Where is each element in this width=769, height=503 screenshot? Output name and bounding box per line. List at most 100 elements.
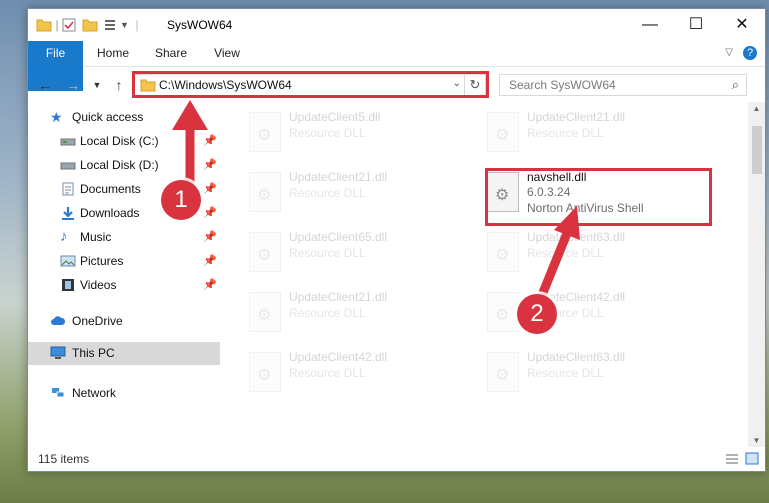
scroll-down-icon[interactable]: ▼ [748,436,765,445]
separator: | [135,18,139,32]
file-item[interactable]: UpdateClient63.dll Resource DLL [481,348,701,398]
sidebar-item-label: Music [80,230,112,244]
file-name: UpdateClient65.dll [289,230,388,244]
recent-locations-icon[interactable]: ▼ [88,76,106,94]
file-item[interactable]: UpdateClient21.dll Resource DLL [243,288,463,338]
dll-file-icon [487,352,519,392]
refresh-icon[interactable]: ↻ [464,75,485,95]
star-icon: ★ [50,109,63,125]
vertical-scrollbar[interactable]: ▲ ▼ [748,102,765,447]
tab-view[interactable]: View [204,41,250,66]
scrollbar-thumb[interactable] [752,126,762,174]
sidebar-item-local-disk-c[interactable]: Local Disk (C:) 📌 [28,130,220,153]
sidebar-item-label: Quick access [72,110,144,124]
file-item[interactable]: UpdateClient21.dll Resource DLL [481,108,701,158]
dll-file-icon [249,352,281,392]
pin-icon[interactable]: 📌 [200,130,220,153]
step-1-badge: 1 [161,180,201,220]
pin-icon[interactable]: 📌 [200,154,220,177]
tab-share[interactable]: Share [146,41,196,66]
file-list: UpdateClient5.dll Resource DLL UpdateCli… [221,102,747,447]
sidebar-item-network[interactable]: Network [28,382,220,405]
file-description: Resource DLL [289,186,366,200]
properties-icon[interactable] [62,18,76,32]
sidebar-item-label: Documents [80,182,141,196]
help-icon[interactable]: ? [743,46,757,60]
dll-file-icon [249,292,281,332]
sidebar-item-videos[interactable]: Videos 📌 [28,274,220,297]
file-description: Resource DLL [527,126,604,140]
computer-icon [50,346,66,359]
search-input[interactable]: Search SysWOW64 ⌕ [499,74,747,96]
file-item[interactable]: UpdateClient65.dll Resource DLL [243,228,463,278]
file-version: 6.0.3.24 [527,185,571,199]
navigation-bar: ← → ▼ ↑ C:\Windows\SysWOW64 ⌄ ↻ Search S… [28,67,765,102]
chevron-down-icon[interactable]: ▼ [120,20,132,30]
file-item[interactable]: UpdateClient42.dll Resource DLL [481,288,701,338]
sidebar-item-this-pc[interactable]: This PC [28,342,220,365]
address-history-icon[interactable]: ⌄ [453,78,461,89]
sidebar-item-label: Local Disk (D:) [80,158,159,172]
customize-icon[interactable] [104,18,120,32]
sidebar-item-quick-access[interactable]: ★ Quick access [28,106,220,129]
sidebar-item-label: Local Disk (C:) [80,134,159,148]
pictures-icon [60,255,76,267]
sidebar-item-label: Pictures [80,254,124,268]
pin-icon[interactable]: 📌 [200,178,220,201]
file-item[interactable]: UpdateClient63.dll Resource DLL [481,228,701,278]
ribbon: File Home Share View ▽ ? [28,41,765,91]
sidebar-item-pictures[interactable]: Pictures 📌 [28,250,220,273]
step-2-badge: 2 [517,294,557,334]
status-bar: 115 items [28,447,765,471]
dll-file-icon [487,112,519,152]
file-name: UpdateClient63.dll [527,230,626,244]
separator: | [55,18,59,32]
sidebar-item-label: Videos [80,278,117,292]
pin-icon[interactable]: 📌 [200,274,220,297]
drive-icon [60,162,76,170]
file-name: UpdateClient21.dll [289,170,388,184]
forward-arrow-icon[interactable]: → [64,76,82,94]
sidebar-item-label: Network [72,386,117,400]
file-item[interactable]: UpdateClient5.dll Resource DLL [243,108,463,158]
file-item-navshell[interactable]: navshell.dll 6.0.3.24 Norton AntiVirus S… [481,168,701,218]
title-bar: | ▼ | SysWOW64 — ☐ ✕ [28,9,765,41]
expand-ribbon-icon[interactable]: ▽ [725,47,733,58]
large-icons-view-icon[interactable] [745,452,759,465]
quick-access-toolbar: | ▼ | [36,17,142,33]
back-arrow-icon[interactable]: ← [36,76,54,94]
up-arrow-icon[interactable]: ↑ [110,76,128,94]
address-bar[interactable]: C:\Windows\SysWOW64 ⌄ ↻ [134,74,486,96]
scroll-up-icon[interactable]: ▲ [748,104,765,113]
pin-icon[interactable]: 📌 [200,250,220,273]
sidebar-item-music[interactable]: ♪ Music 📌 [28,226,220,249]
folder-icon [140,79,156,92]
music-icon: ♪ [60,228,68,245]
file-name: UpdateClient42.dll [289,350,388,364]
sidebar-item-label: This PC [72,346,115,360]
dll-file-icon [487,292,519,332]
file-description: Resource DLL [527,246,604,260]
dll-file-icon [249,112,281,152]
sidebar-item-local-disk-d[interactable]: Local Disk (D:) 📌 [28,154,220,177]
file-item[interactable]: UpdateClient21.dll Resource DLL [243,168,463,218]
details-view-icon[interactable] [725,453,739,465]
file-description: Norton AntiVirus Shell [527,201,644,215]
folder-icon[interactable] [36,18,52,32]
file-description: Resource DLL [289,306,366,320]
dll-file-icon [249,172,281,212]
pin-icon[interactable]: 📌 [200,226,220,249]
file-name: UpdateClient5.dll [289,110,381,124]
tab-home[interactable]: Home [88,41,138,66]
address-path: C:\Windows\SysWOW64 [159,78,292,92]
close-button[interactable]: ✕ [719,9,765,41]
window-title: SysWOW64 [167,18,233,32]
new-folder-icon[interactable] [82,18,98,32]
maximize-button[interactable]: ☐ [673,9,719,41]
file-item[interactable]: UpdateClient42.dll Resource DLL [243,348,463,398]
documents-icon [62,182,74,196]
sidebar-item-onedrive[interactable]: OneDrive [28,310,220,333]
file-description: Resource DLL [527,366,604,380]
pin-icon[interactable]: 📌 [200,202,220,225]
minimize-button[interactable]: — [627,9,673,41]
